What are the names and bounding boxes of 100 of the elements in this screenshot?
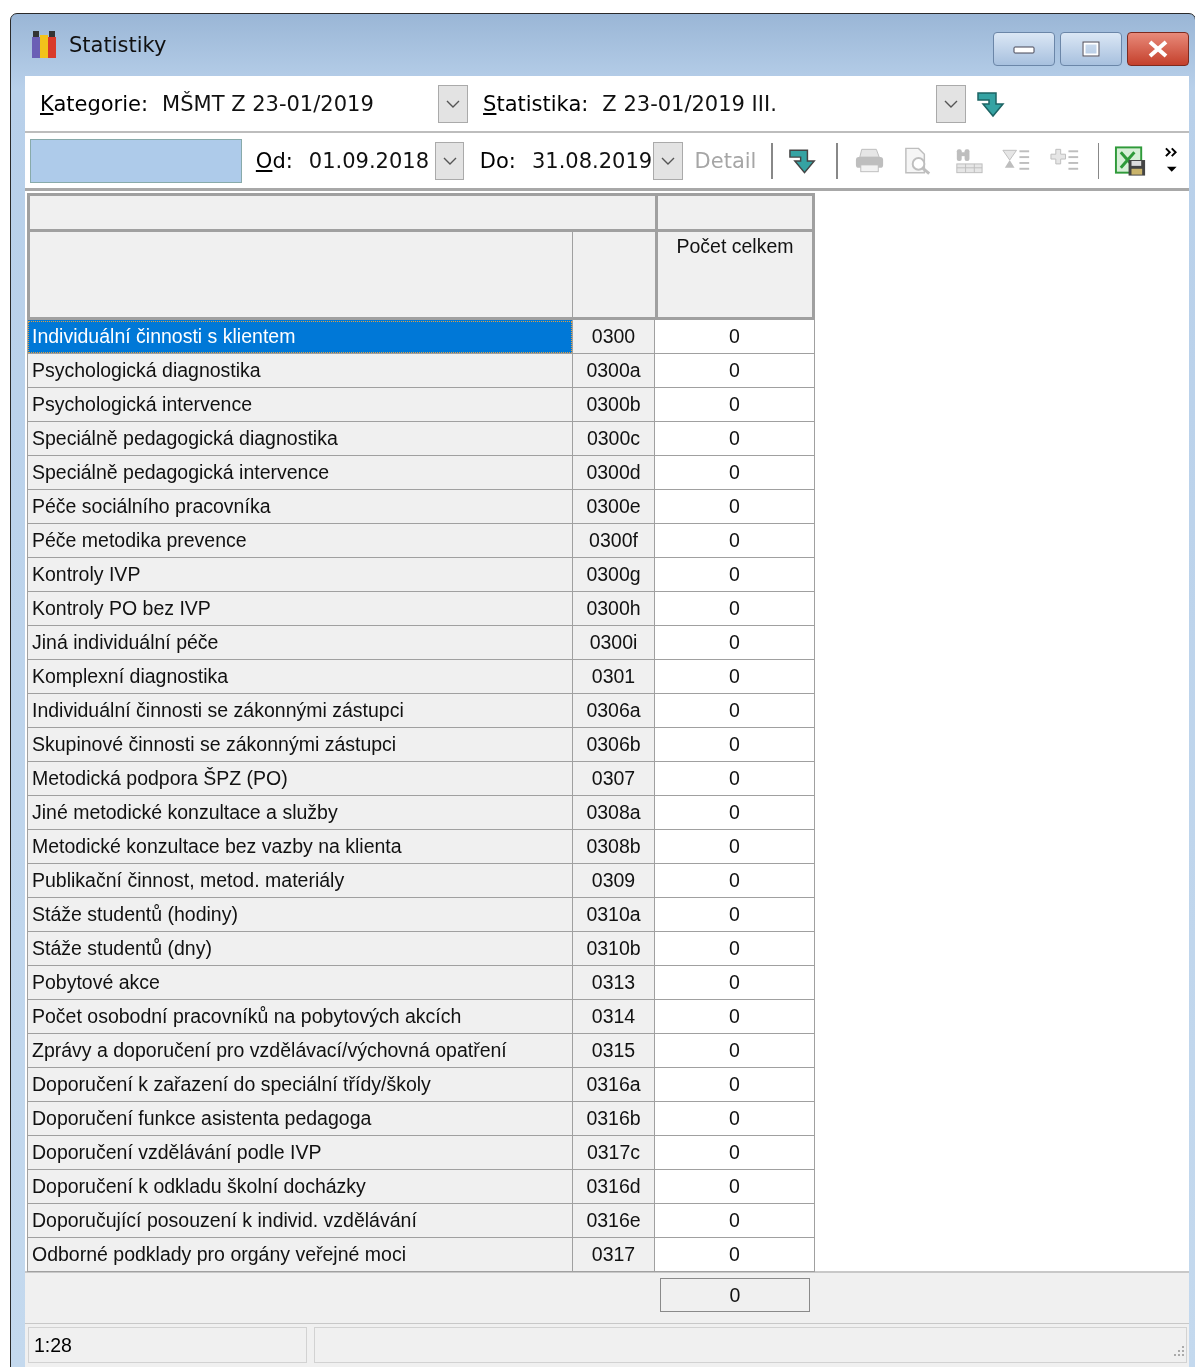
row-code-cell: 0301: [573, 660, 655, 694]
row-name-cell[interactable]: Doporučení vzdělávání podle IVP: [27, 1136, 573, 1170]
row-name-cell[interactable]: Metodická podpora ŠPZ (PO): [27, 762, 573, 796]
count-cell: 0: [655, 864, 815, 898]
count-cell: 0: [655, 932, 815, 966]
maximize-icon: [1082, 41, 1100, 57]
row-code-cell: 0314: [573, 1000, 655, 1034]
row-name-cell[interactable]: Psychologická intervence: [27, 388, 573, 422]
row-name-cell[interactable]: Péče sociálního pracovníka: [27, 490, 573, 524]
count-cell: 0: [655, 490, 815, 524]
row-code-cell: 0300a: [573, 354, 655, 388]
close-button[interactable]: [1127, 32, 1189, 66]
row-code-cell: 0316b: [573, 1102, 655, 1136]
row-name-cell[interactable]: Speciálně pedagogická diagnostika: [27, 422, 573, 456]
row-name-cell[interactable]: Stáže studentů (dny): [27, 932, 573, 966]
maximize-button[interactable]: [1060, 32, 1122, 66]
row-code-cell: 0306a: [573, 694, 655, 728]
window-title: Statistiky: [69, 33, 168, 57]
row-code-cell: 0308b: [573, 830, 655, 864]
count-cell: 0: [655, 728, 815, 762]
row-code-cell: 0300b: [573, 388, 655, 422]
row-code-cell: 0300h: [573, 592, 655, 626]
dropdown-button[interactable]: [936, 84, 967, 123]
count-cell: 0: [655, 830, 815, 864]
row-code-cell: 0316a: [573, 1068, 655, 1102]
row-code-cell: 0300i: [573, 626, 655, 660]
from-label: Od:: [255, 148, 293, 173]
row-name-cell[interactable]: Doporučení k zařazení do speciální třídy/školy: [27, 1068, 573, 1102]
row-name-cell[interactable]: Odborné podklady pro orgány veřejné moci: [27, 1238, 573, 1272]
count-cell: 0: [655, 966, 815, 1000]
to-date: 31.08.2019: [531, 148, 654, 173]
row-name-cell[interactable]: Speciálně pedagogická intervence: [27, 456, 573, 490]
row-name-cell[interactable]: Individuální činnosti s klientem: [27, 320, 573, 354]
resize-grip-icon[interactable]: [1172, 1344, 1186, 1358]
row-code-cell: 0310b: [573, 932, 655, 966]
status-panel: 1:28: [28, 1327, 307, 1363]
row-name-cell[interactable]: Pobytové akce: [27, 966, 573, 1000]
from-date: 01.09.2018: [308, 148, 431, 173]
statistic-label: Statistika:: [483, 91, 589, 116]
row-name-cell[interactable]: Zprávy a doporučení pro vzdělávací/výchovná opatření: [27, 1034, 573, 1068]
row-code-cell: 0317c: [573, 1136, 655, 1170]
row-name-cell[interactable]: Doporučení funkce asistenta pedagoga: [27, 1102, 573, 1136]
row-name-cell[interactable]: Komplexní diagnostika: [27, 660, 573, 694]
row-name-cell[interactable]: Kontroly IVP: [27, 558, 573, 592]
row-code-cell: 0313: [573, 966, 655, 1000]
count-cell: 0: [655, 898, 815, 932]
count-cell: 0: [655, 1238, 815, 1272]
count-cell: 0: [655, 388, 815, 422]
chevron-down-icon: [660, 155, 675, 166]
row-code-cell: 0300g: [573, 558, 655, 592]
count-cell: 0: [655, 1170, 815, 1204]
row-name-cell[interactable]: Doporučující posouzení k individ. vzdělávání: [27, 1204, 573, 1238]
count-cell: 0: [655, 796, 815, 830]
row-name-cell[interactable]: Doporučení k odkladu školní docházky: [27, 1170, 573, 1204]
count-cell: 0: [655, 1034, 815, 1068]
dropdown-button[interactable]: [435, 141, 465, 180]
row-name-cell[interactable]: Psychologická diagnostika: [27, 354, 573, 388]
chevron-down-icon: [944, 98, 959, 109]
count-cell: 0: [655, 1102, 815, 1136]
count-cell: 0: [655, 422, 815, 456]
row-name-cell[interactable]: Skupinové činnosti se zákonnými zástupci: [27, 728, 573, 762]
count-cell: 0: [655, 524, 815, 558]
minimize-button[interactable]: [993, 32, 1055, 66]
category-label: Kategorie:: [40, 91, 149, 116]
dropdown-button[interactable]: [653, 141, 683, 180]
column-header: Počet celkem: [655, 232, 815, 320]
row-name-cell[interactable]: Jiná individuální péče: [27, 626, 573, 660]
category-value: MŠMT Z 23-01/2019: [162, 91, 375, 116]
row-code-cell: 0300: [573, 320, 655, 354]
dropdown-button[interactable]: [438, 84, 469, 123]
count-cell: 0: [655, 694, 815, 728]
count-cell: 0: [655, 1204, 815, 1238]
count-cell: 0: [655, 320, 815, 354]
count-cell: 0: [655, 456, 815, 490]
chevron-down-icon: [442, 155, 457, 166]
row-name-cell[interactable]: Péče metodika prevence: [27, 524, 573, 558]
row-code-cell: 0300d: [573, 456, 655, 490]
row-code-cell: 0316d: [573, 1170, 655, 1204]
row-code-cell: 0307: [573, 762, 655, 796]
row-name-cell[interactable]: Počet osobodní pracovníků na pobytových akcích: [27, 1000, 573, 1034]
row-name-cell[interactable]: Stáže studentů (hodiny): [27, 898, 573, 932]
close-icon: [1147, 40, 1169, 58]
row-code-cell: 0315: [573, 1034, 655, 1068]
row-code-cell: 0308a: [573, 796, 655, 830]
color-field[interactable]: [30, 138, 242, 183]
row-code-cell: 0310a: [573, 898, 655, 932]
to-label: Do:: [479, 148, 516, 173]
row-name-cell[interactable]: Jiné metodické konzultace a služby: [27, 796, 573, 830]
count-cell: 0: [655, 1068, 815, 1102]
count-cell: 0: [655, 592, 815, 626]
count-cell: 0: [655, 660, 815, 694]
row-name-cell[interactable]: Individuální činnosti se zákonnými zástupci: [27, 694, 573, 728]
row-code-cell: 0300e: [573, 490, 655, 524]
spreadsheet-save-icon[interactable]: [1114, 144, 1148, 177]
row-name-cell[interactable]: Metodické konzultace bez vazby na klienta: [27, 830, 573, 864]
row-name-cell[interactable]: Kontroly PO bez IVP: [27, 592, 573, 626]
count-cell: 0: [655, 558, 815, 592]
row-name-cell[interactable]: Publikační činnost, metod. materiály: [27, 864, 573, 898]
row-code-cell: 0306b: [573, 728, 655, 762]
chevron-down-icon: [446, 98, 461, 109]
